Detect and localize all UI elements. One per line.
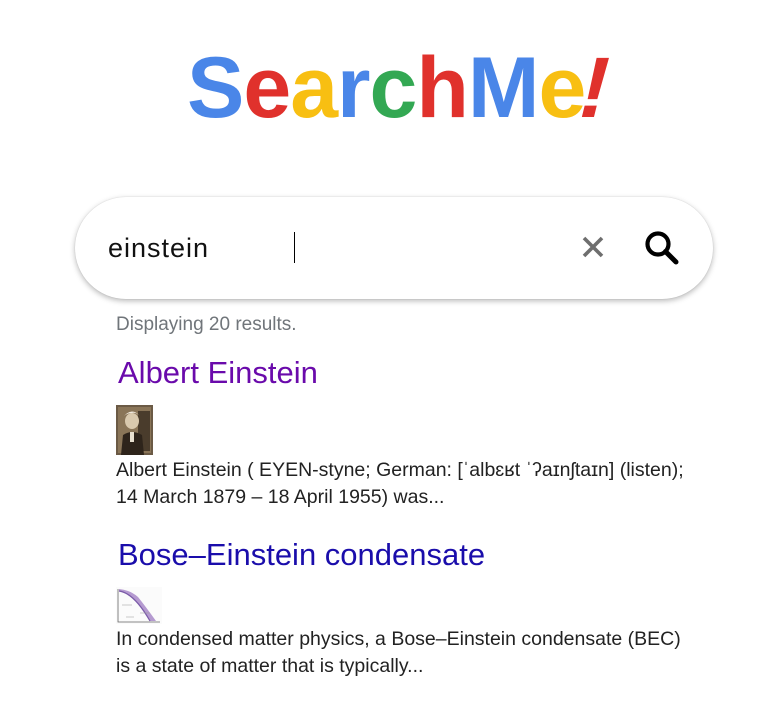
logo-letter: h	[416, 40, 469, 136]
result-thumbnail[interactable]	[116, 405, 153, 455]
logo-letter: r	[337, 40, 370, 136]
search-result: Bose–Einstein condensate In condensed ma…	[116, 535, 696, 680]
result-snippet: Albert Einstein ( EYEN-styne; German: [ˈ…	[116, 459, 684, 508]
search-input[interactable]	[108, 222, 548, 274]
result-snippet: In condensed matter physics, a Bose–Eins…	[116, 628, 681, 677]
logo-letter: S	[186, 40, 244, 136]
search-button[interactable]	[643, 229, 681, 267]
results-count: Displaying 20 results.	[116, 314, 297, 335]
search-icon	[645, 231, 679, 265]
logo-letter: c	[369, 40, 418, 136]
site-logo[interactable]: SearchMe!	[0, 38, 770, 138]
search-result: Albert Einstein Albert Einstein ( EYEN-s…	[116, 353, 696, 511]
clear-button[interactable]	[578, 232, 608, 262]
result-thumbnail[interactable]	[116, 587, 162, 624]
text-caret	[294, 232, 295, 263]
result-title-link[interactable]: Bose–Einstein condensate	[118, 535, 696, 575]
logo-letter: M	[467, 40, 540, 136]
result-title-link[interactable]: Albert Einstein	[118, 353, 696, 393]
logo-letter: a	[290, 40, 338, 136]
close-icon	[582, 236, 604, 258]
search-bar	[75, 197, 713, 299]
logo-letter: e	[243, 40, 291, 136]
